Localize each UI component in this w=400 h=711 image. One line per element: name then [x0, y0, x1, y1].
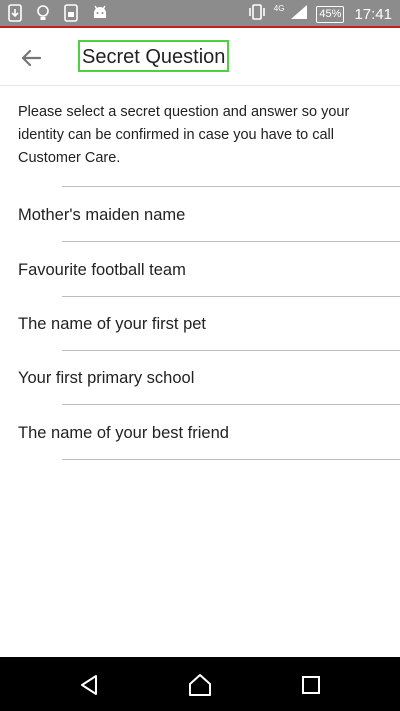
divider — [62, 186, 400, 187]
square-recents-icon — [302, 676, 320, 694]
divider — [62, 241, 400, 242]
divider — [62, 404, 400, 405]
battery-indicator: 45% — [316, 5, 345, 23]
nav-home-button[interactable] — [185, 670, 215, 700]
back-button[interactable] — [14, 42, 48, 74]
app-bar: Secret Question — [0, 30, 400, 86]
question-item-favourite-football-team[interactable]: Favourite football team — [0, 243, 400, 297]
status-bar: 4G 45% 17:41 — [0, 0, 400, 28]
vibrate-icon — [248, 4, 268, 24]
nav-recents-button[interactable] — [296, 670, 326, 700]
system-status: 4G 45% 17:41 — [248, 4, 392, 24]
arrow-back-icon — [21, 49, 41, 67]
page-title: Secret Question — [78, 40, 230, 72]
divider — [62, 459, 400, 460]
question-item-mothers-maiden-name[interactable]: Mother's maiden name — [0, 188, 400, 242]
question-item-first-pet[interactable]: The name of your first pet — [0, 297, 400, 351]
android-icon — [92, 4, 112, 24]
home-icon — [189, 674, 211, 696]
network-type: 4G — [273, 3, 285, 13]
navigation-bar — [0, 657, 400, 711]
notification-icons — [8, 4, 112, 24]
triangle-back-icon — [81, 675, 97, 695]
lightbulb-icon — [36, 4, 56, 24]
question-item-best-friend[interactable]: The name of your best friend — [0, 406, 400, 460]
sim-card-icon — [64, 4, 84, 24]
clock: 17:41 — [354, 5, 392, 23]
question-item-first-primary-school[interactable]: Your first primary school — [0, 351, 400, 405]
nav-back-button[interactable] — [74, 670, 104, 700]
signal-icon — [290, 4, 310, 24]
download-notification-icon — [8, 4, 28, 24]
intro-text: Please select a secret question and answ… — [18, 104, 350, 166]
